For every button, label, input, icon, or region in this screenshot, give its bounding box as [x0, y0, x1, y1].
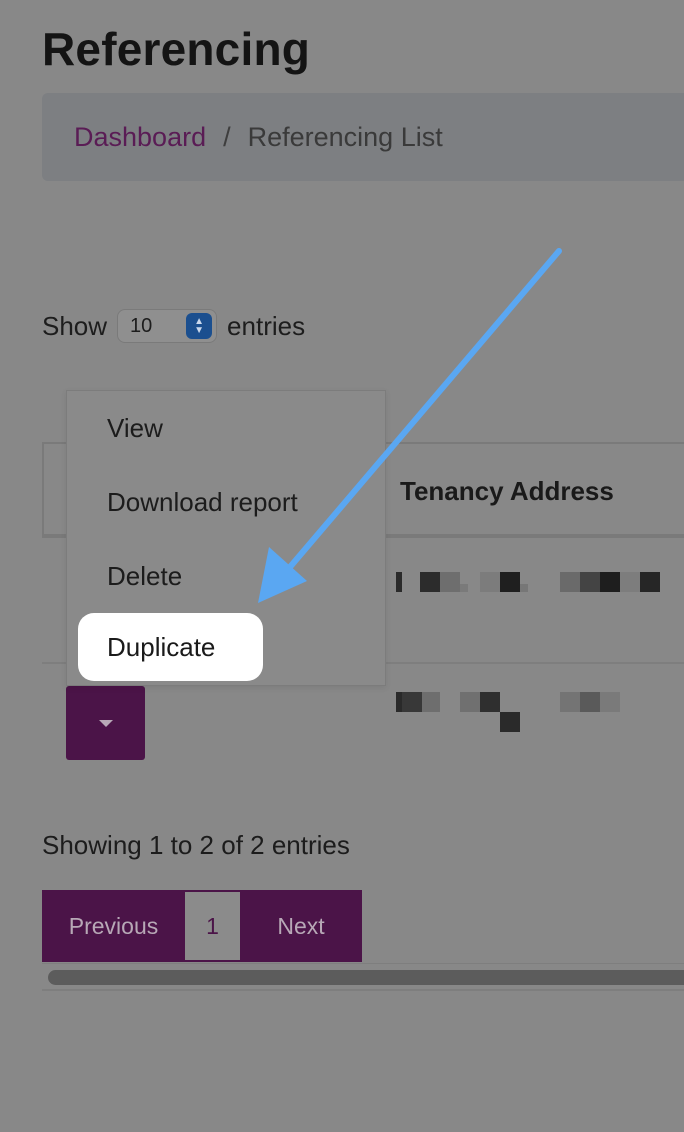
entries-suffix-label: entries [227, 310, 306, 341]
menu-item-duplicate[interactable]: Duplicate [78, 613, 263, 681]
menu-item-delete[interactable]: Delete [107, 561, 182, 592]
page-title: Referencing [42, 23, 311, 75]
horizontal-scrollbar[interactable] [42, 963, 684, 991]
entries-select[interactable]: 10 ▲ ▼ [117, 309, 218, 343]
table-info: Showing 1 to 2 of 2 entries [42, 830, 350, 860]
entries-length-control: Show 10 ▲ ▼ entries [42, 306, 305, 346]
current-page-button[interactable]: 1 [185, 890, 240, 962]
menu-item-download-report[interactable]: Download report [107, 487, 298, 518]
column-header-tenancy-address[interactable]: Tenancy Address [400, 476, 614, 507]
scrollbar-thumb[interactable] [48, 970, 684, 985]
breadcrumb: Dashboard / Referencing List [42, 93, 684, 181]
pagination: Previous 1 Next [42, 890, 362, 962]
entries-select-value: 10 [130, 314, 153, 337]
previous-page-button[interactable]: Previous [42, 890, 185, 962]
menu-item-view[interactable]: View [107, 413, 163, 444]
select-arrows-icon: ▲ ▼ [186, 313, 213, 339]
caret-down-icon [98, 719, 113, 727]
row-actions-menu: View Download report Delete Duplicate [66, 390, 386, 686]
breadcrumb-current: Referencing List [247, 121, 443, 152]
entries-show-label: Show [42, 310, 108, 341]
row-actions-button[interactable] [66, 686, 145, 760]
menu-item-duplicate-label: Duplicate [107, 631, 216, 662]
breadcrumb-dashboard-link[interactable]: Dashboard [74, 122, 206, 153]
next-page-button[interactable]: Next [240, 890, 362, 962]
breadcrumb-separator: / [223, 121, 231, 152]
